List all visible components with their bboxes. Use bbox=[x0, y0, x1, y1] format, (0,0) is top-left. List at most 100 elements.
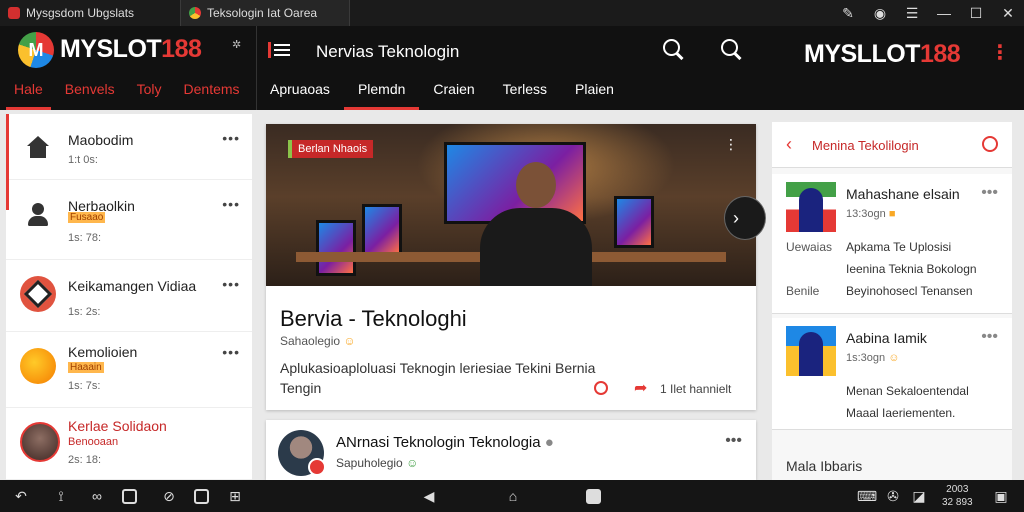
right-panel-footer-link[interactable]: Mala Ibbaris bbox=[786, 458, 862, 474]
maximize-icon[interactable]: ☐ bbox=[960, 0, 992, 26]
link-icon[interactable]: ∞ bbox=[88, 487, 106, 505]
item-options-icon[interactable]: ••• bbox=[222, 196, 240, 212]
back-icon[interactable]: ↶ bbox=[12, 487, 30, 505]
clock-icon bbox=[594, 381, 608, 395]
item-name: Mahashane elsain bbox=[846, 186, 960, 202]
main-nav-item-1[interactable]: Apruaoas bbox=[256, 78, 344, 110]
monitor-shape bbox=[316, 220, 356, 276]
left-nav-item-1[interactable]: Hale bbox=[6, 78, 51, 110]
monitor-shape bbox=[614, 196, 654, 248]
window-titlebar: Mysgsdom Ubgslats Teksologin Iat Oarea ✎… bbox=[0, 0, 1024, 26]
item-meta: 13:3ogn ■ bbox=[846, 208, 896, 220]
sidebar-item-tag: Haaain bbox=[68, 362, 104, 373]
site-logo[interactable]: MYSLOT188 bbox=[60, 35, 202, 64]
browser-tab-2[interactable]: Teksologin Iat Oarea bbox=[180, 0, 350, 26]
item-options-icon[interactable]: ••• bbox=[222, 130, 240, 146]
clock[interactable]: 2003 32 893 bbox=[942, 483, 973, 509]
list-item[interactable]: Aabina Iamik 1s:3ogn ☺ ••• Menan Sekaloe… bbox=[772, 318, 1012, 430]
bracket-icon[interactable]: ⊘ bbox=[160, 487, 178, 505]
post-subtitle: Sapuholegio ☺ bbox=[336, 456, 419, 470]
item-options-icon[interactable]: ••• bbox=[981, 328, 998, 346]
sidebar-item[interactable]: Nerbaolkin Fusaao 1s: 78: ••• bbox=[6, 180, 252, 260]
scan-icon[interactable]: ⟟ bbox=[52, 487, 70, 505]
page-title: Nervias Teknologin bbox=[316, 42, 460, 61]
window-icon[interactable] bbox=[122, 489, 137, 504]
right-panel-title: Menina Tekolilogin bbox=[812, 138, 919, 153]
home-nav-icon[interactable]: ⌂ bbox=[504, 487, 522, 505]
featured-image: Berlan Nhaois ⋮ bbox=[266, 124, 756, 286]
main-nav: Apruaoas Plemdn Craien Terless Plaien bbox=[256, 78, 628, 110]
item-options-icon[interactable]: ••• bbox=[222, 276, 240, 292]
sidebar-item[interactable]: Kemolioien Haaain 1s: 7s: ••• bbox=[6, 332, 252, 408]
post-options-icon[interactable]: ••• bbox=[725, 432, 742, 450]
settings-icon[interactable]: ✲ bbox=[232, 38, 241, 51]
avatar[interactable] bbox=[278, 430, 326, 476]
brand-right-accent: 188 bbox=[919, 40, 961, 68]
logo-main-text: MYSLOT bbox=[60, 35, 162, 63]
sidebar-item-meta: 1s: 2s: bbox=[68, 306, 101, 318]
close-icon[interactable]: ✕ bbox=[992, 0, 1024, 26]
post-title: ANrnasi Teknologin Teknologia ● bbox=[336, 434, 554, 451]
item-options-icon[interactable]: ••• bbox=[222, 344, 240, 360]
next-arrow-icon[interactable]: › bbox=[724, 196, 766, 240]
sidebar-item[interactable]: Keikamangen Vidiaa 1s: 2s: ••• bbox=[6, 260, 252, 332]
hamburger-menu-icon[interactable] bbox=[268, 42, 290, 58]
site-header: M MYSLOT188 ✲ Hale Benvels Toly Dentems … bbox=[0, 26, 1024, 110]
sidebar-item[interactable]: Maobodim 1:t 0s: ••• bbox=[6, 114, 252, 210]
main-nav-item-5[interactable]: Plaien bbox=[561, 78, 628, 110]
back-arrow-icon[interactable]: ‹ bbox=[786, 134, 792, 155]
grid-icon[interactable]: ⊞ bbox=[226, 487, 244, 505]
article-description: Aplukasioaploluasi Teknogin leriesiae Te… bbox=[280, 360, 596, 396]
search-icon-secondary[interactable] bbox=[720, 38, 742, 60]
item-text: Apkama Te Uplosisi bbox=[846, 240, 952, 254]
monitor-shape bbox=[362, 204, 402, 256]
sidebar-item-meta: 2s: 18: bbox=[68, 454, 102, 466]
main-nav-item-2[interactable]: Plemdn bbox=[343, 78, 420, 110]
right-panel: ‹ Menina Tekolilogin Mahashane elsain 13… bbox=[772, 122, 1012, 480]
network-icon[interactable]: ✇ bbox=[884, 487, 902, 505]
keyboard-icon[interactable]: ⌨ bbox=[857, 487, 877, 505]
main-nav-item-3[interactable]: Craien bbox=[419, 78, 488, 110]
left-nav-item-2[interactable]: Benvels bbox=[57, 78, 123, 110]
article-subtitle: Sahaolegio ☺ bbox=[280, 334, 356, 348]
brand-logo-right[interactable]: MYSLLOT188 bbox=[804, 40, 961, 69]
minimize-icon[interactable]: — bbox=[928, 0, 960, 26]
item-options-icon[interactable]: ••• bbox=[981, 184, 998, 202]
chrome-icon bbox=[189, 7, 201, 19]
more-options-icon[interactable]: ⋮ bbox=[990, 40, 1010, 65]
person-shape bbox=[480, 208, 592, 286]
list-item[interactable]: Mahashane elsain 13:3ogn ■ ••• Uewaias A… bbox=[772, 174, 1012, 314]
article-title[interactable]: Bervia - Teknologhi bbox=[280, 306, 467, 332]
profile-icon[interactable]: ◉ bbox=[864, 0, 896, 26]
person-head-shape bbox=[516, 162, 556, 208]
sidebar-item-title: Maobodim bbox=[68, 132, 134, 148]
notifications-icon[interactable]: ▣ bbox=[992, 487, 1010, 505]
card-options-icon[interactable]: ⋮ bbox=[724, 136, 738, 153]
left-nav-item-3[interactable]: Toly bbox=[129, 78, 170, 110]
browser-menu-icon[interactable]: ☰ bbox=[896, 0, 928, 26]
emoji-icon: ■ bbox=[888, 208, 896, 220]
sidebar-item[interactable]: Kerlae Solidaon Benooaan 2s: 18: bbox=[6, 408, 252, 480]
featured-article-card[interactable]: Berlan Nhaois ⋮ › Bervia - Teknologhi Sa… bbox=[266, 124, 766, 410]
brand-right-main: MYSLLOT bbox=[804, 40, 920, 68]
recent-apps-icon[interactable] bbox=[586, 489, 601, 504]
extension-icon[interactable]: ✎ bbox=[832, 0, 864, 26]
post-card[interactable]: ANrnasi Teknologin Teknologia ● Sapuhole… bbox=[266, 420, 756, 480]
search-icon[interactable] bbox=[662, 38, 684, 60]
close-circle-icon[interactable] bbox=[982, 136, 998, 152]
verified-icon: ● bbox=[544, 434, 554, 451]
taskbar: ↶ ⟟ ∞ ⊘ ⊞ ◀ ⌂ ⌨ ✇ ◪ 2003 32 893 ▣ bbox=[0, 480, 1024, 512]
share-icon[interactable]: ➦ bbox=[634, 378, 647, 398]
home-icon bbox=[20, 130, 56, 166]
article-action-label[interactable]: 1 Ilet hannielt bbox=[660, 382, 731, 396]
nav-back-icon[interactable]: ◀ bbox=[420, 487, 438, 505]
thumbnail bbox=[786, 182, 836, 232]
category-badge[interactable]: Berlan Nhaois bbox=[288, 140, 374, 158]
volume-icon[interactable]: ◪ bbox=[910, 487, 928, 505]
left-nav-item-4[interactable]: Dentems bbox=[176, 78, 248, 110]
sidebar-item-title: Kemolioien bbox=[68, 344, 138, 360]
main-nav-item-4[interactable]: Terless bbox=[489, 78, 561, 110]
tablet-icon[interactable] bbox=[194, 489, 209, 504]
browser-tab-1[interactable]: Mysgsdom Ubgslats bbox=[0, 0, 175, 26]
logo-mark-icon[interactable]: M bbox=[18, 32, 54, 68]
